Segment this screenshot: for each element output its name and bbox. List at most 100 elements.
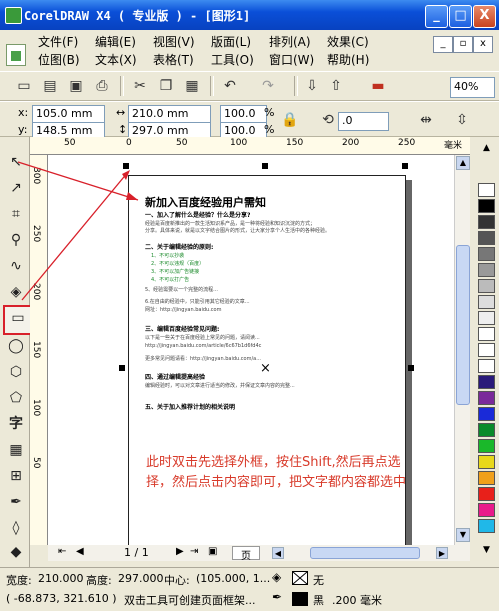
shape-tool-icon[interactable]: ↗: [5, 177, 27, 199]
color-swatch[interactable]: [478, 519, 495, 533]
outline-color-swatch[interactable]: [292, 592, 308, 606]
color-swatch[interactable]: [478, 263, 495, 277]
new-icon[interactable]: ▭: [14, 76, 34, 96]
first-page-icon[interactable]: ⇤: [58, 546, 66, 557]
connector-tool-icon[interactable]: ⊞: [5, 465, 27, 487]
color-swatch[interactable]: [478, 407, 495, 421]
polygon-tool-icon[interactable]: ⬡: [5, 361, 27, 383]
menu-table[interactable]: 表格(T): [153, 51, 194, 68]
cut-icon[interactable]: ✂: [130, 76, 150, 96]
zoom-level-field[interactable]: 40%: [450, 77, 495, 98]
import-icon[interactable]: ⇩: [302, 76, 322, 96]
color-swatch[interactable]: [478, 391, 495, 405]
zoom-tool-icon[interactable]: ⚲: [5, 229, 27, 251]
menu-file[interactable]: 文件(F): [38, 33, 78, 50]
paste-icon[interactable]: ▦: [182, 76, 202, 96]
color-swatch[interactable]: [478, 487, 495, 501]
color-swatch[interactable]: [478, 343, 495, 357]
scroll-right-icon[interactable]: ▶: [436, 547, 448, 559]
menu-text[interactable]: 文本(X): [95, 51, 137, 68]
selection-handle[interactable]: [123, 163, 129, 169]
lock-ratio-icon[interactable]: 🔒: [280, 110, 300, 130]
export-icon[interactable]: ⇧: [326, 76, 346, 96]
smart-fill-tool-icon[interactable]: ◈: [5, 281, 27, 303]
minimize-button[interactable]: _: [425, 5, 448, 28]
scroll-thumb[interactable]: [456, 245, 470, 405]
scroll-left-icon[interactable]: ◀: [272, 547, 284, 559]
palette-up-icon[interactable]: ▲: [479, 143, 494, 157]
selection-handle[interactable]: [262, 163, 268, 169]
color-swatch[interactable]: [478, 503, 495, 517]
copy-icon[interactable]: ❐: [156, 76, 176, 96]
color-swatch[interactable]: [478, 423, 495, 437]
selection-handle[interactable]: [119, 365, 125, 371]
rectangle-tool-icon[interactable]: ▭: [3, 305, 33, 335]
close-button[interactable]: X: [473, 5, 496, 28]
scroll-up-icon[interactable]: ▲: [456, 156, 470, 170]
color-swatch[interactable]: [478, 327, 495, 341]
prev-page-icon[interactable]: ◀: [76, 546, 84, 557]
vertical-scrollbar[interactable]: ▲ ▼: [454, 155, 470, 545]
color-swatch[interactable]: [478, 375, 495, 389]
text-tool-icon[interactable]: 字: [5, 413, 27, 435]
palette-down-icon[interactable]: ▼: [479, 545, 494, 559]
menu-tools[interactable]: 工具(O): [211, 51, 254, 68]
color-swatch[interactable]: [478, 279, 495, 293]
mirror-horizontal-icon[interactable]: ⇹: [416, 110, 436, 130]
selection-handle[interactable]: [402, 163, 408, 169]
ruler-tick: 250: [31, 225, 41, 243]
basic-shapes-tool-icon[interactable]: ⬠: [5, 387, 27, 409]
color-swatch[interactable]: [478, 231, 495, 245]
print-icon[interactable]: ⎙: [92, 76, 112, 96]
color-swatch[interactable]: [478, 215, 495, 229]
color-swatch[interactable]: [478, 295, 495, 309]
menu-window[interactable]: 窗口(W): [269, 51, 314, 68]
color-swatch[interactable]: [478, 455, 495, 469]
color-swatch[interactable]: [478, 199, 495, 213]
swatch-none[interactable]: [478, 183, 495, 197]
mdi-minimize-button[interactable]: _: [433, 36, 453, 53]
next-page-icon[interactable]: ▶: [176, 546, 184, 557]
fill-tool-icon[interactable]: ◆: [5, 541, 27, 563]
last-page-icon[interactable]: ⇥: [190, 546, 198, 557]
maximize-button[interactable]: □: [449, 5, 472, 28]
open-icon[interactable]: ▤: [40, 76, 60, 96]
pick-tool-icon[interactable]: ↖: [5, 151, 27, 173]
doc-body: 5、经验需要以一个完整的流程...: [145, 287, 218, 293]
redo-icon[interactable]: ↷: [258, 76, 278, 96]
color-swatch[interactable]: [478, 471, 495, 485]
page-tab[interactable]: 页: [232, 546, 260, 562]
color-swatch[interactable]: [478, 247, 495, 261]
doc-section-1: 一、加入了解什么是经验？什么是分享?: [145, 212, 251, 219]
menu-edit[interactable]: 编辑(E): [95, 33, 136, 50]
horizontal-scroll-thumb[interactable]: [310, 547, 420, 559]
mdi-restore-button[interactable]: ▫: [453, 36, 473, 53]
eyedropper-tool-icon[interactable]: ✒: [5, 491, 27, 513]
menu-help[interactable]: 帮助(H): [327, 51, 369, 68]
selection-handle[interactable]: [408, 365, 414, 371]
drawing-canvas[interactable]: 新加入百度经验用户需知 一、加入了解什么是经验？什么是分享? 经验是百度新推出的…: [48, 155, 470, 545]
menu-effects[interactable]: 效果(C): [327, 33, 369, 50]
color-swatch[interactable]: [478, 311, 495, 325]
menu-bitmaps[interactable]: 位图(B): [38, 51, 80, 68]
mirror-vertical-icon[interactable]: ⇳: [452, 110, 472, 130]
menu-view[interactable]: 视图(V): [153, 33, 195, 50]
outline-tool-icon[interactable]: ◊: [5, 517, 27, 539]
add-page-icon[interactable]: ▣: [208, 546, 217, 557]
publish-pdf-icon[interactable]: ▬: [368, 76, 388, 96]
freehand-tool-icon[interactable]: ∿: [5, 255, 27, 277]
ruler-tick: 200: [342, 138, 360, 148]
rotation-angle-field[interactable]: .0: [338, 112, 389, 131]
save-icon[interactable]: ▣: [66, 76, 86, 96]
color-swatch[interactable]: [478, 359, 495, 373]
menu-layout[interactable]: 版面(L): [211, 33, 251, 50]
menu-arrange[interactable]: 排列(A): [269, 33, 311, 50]
color-swatch[interactable]: [478, 439, 495, 453]
mdi-close-button[interactable]: x: [473, 36, 493, 53]
ellipse-tool-icon[interactable]: ◯: [5, 335, 27, 357]
crop-tool-icon[interactable]: ⌗: [5, 203, 27, 225]
scroll-down-icon[interactable]: ▼: [456, 528, 470, 542]
fill-none-icon[interactable]: [292, 571, 308, 585]
table-tool-icon[interactable]: ▦: [5, 439, 27, 461]
undo-icon[interactable]: ↶: [220, 76, 240, 96]
